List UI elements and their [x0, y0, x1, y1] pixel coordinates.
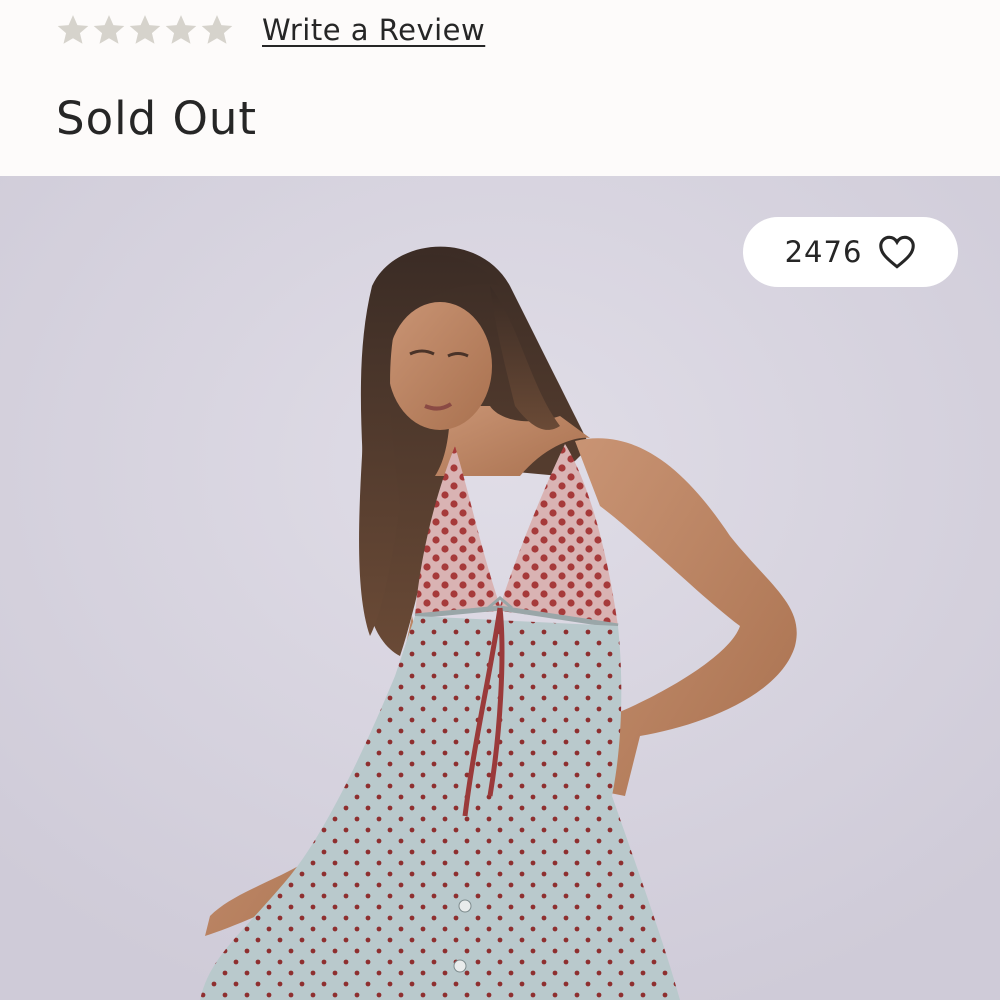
- product-info-header: Write a Review Sold Out: [0, 0, 1000, 176]
- star-icon: [165, 15, 197, 44]
- star-icon: [201, 15, 233, 44]
- product-image[interactable]: [0, 176, 1000, 1000]
- favorite-button[interactable]: 2476: [743, 217, 958, 287]
- write-review-link[interactable]: Write a Review: [262, 13, 485, 47]
- star-icon: [129, 15, 161, 44]
- rating-row: Write a Review: [56, 8, 485, 52]
- availability-status: Sold Out: [56, 92, 258, 145]
- favorite-count: 2476: [784, 235, 863, 269]
- star-icon: [57, 15, 89, 44]
- heart-outline-icon: [879, 235, 916, 269]
- product-photo-illustration: [0, 176, 1000, 1000]
- star-icon: [93, 15, 125, 44]
- star-rating[interactable]: [56, 13, 234, 47]
